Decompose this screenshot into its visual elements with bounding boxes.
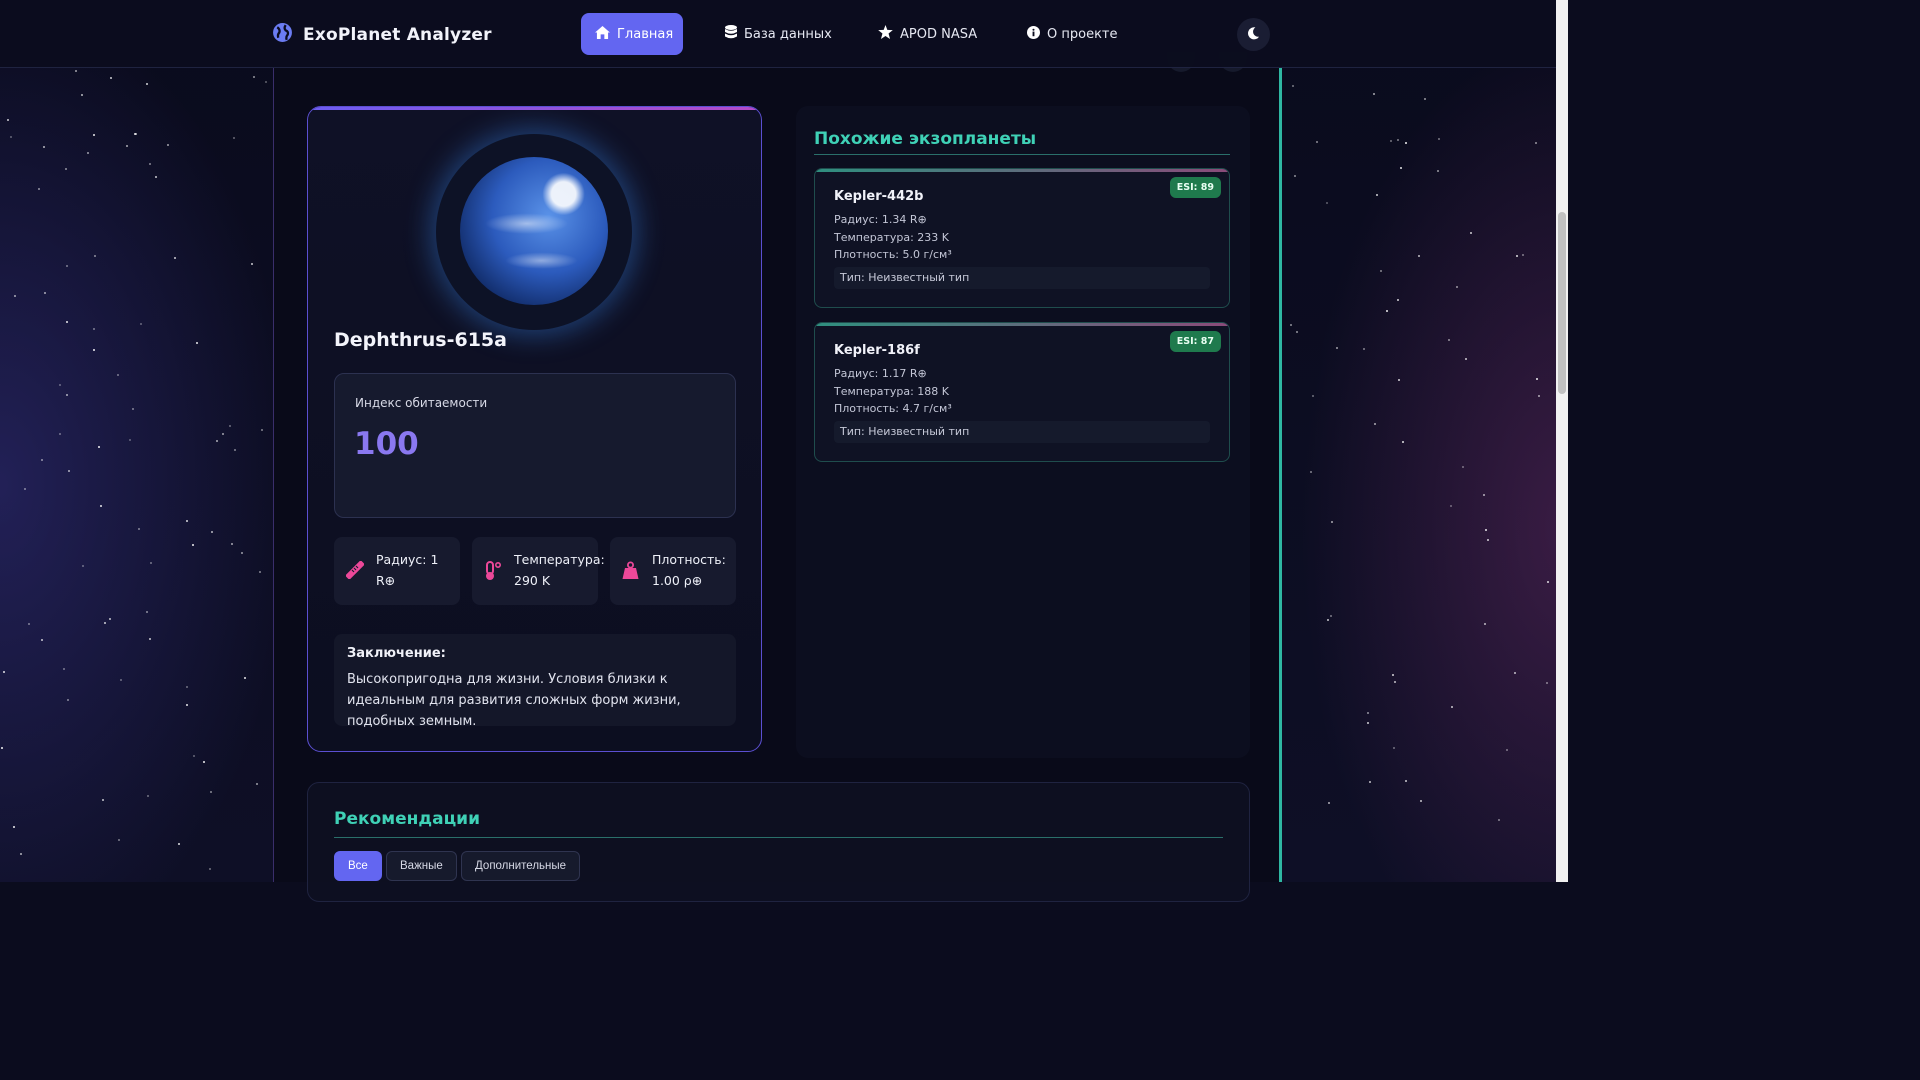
planet-card: Dephthrus-615a Индекс обитаемости 100 Ра… xyxy=(307,106,762,752)
divider xyxy=(814,154,1230,155)
exoplanet-type: Тип: Неизвестный тип xyxy=(834,267,1210,289)
scrollbar-thumb[interactable] xyxy=(1558,212,1566,394)
stat-radius: Радиус: 1 R⊕ xyxy=(334,537,460,605)
similar-title: Похожие экзопланеты xyxy=(814,129,1037,149)
exoplanet-card[interactable]: Kepler-186f ESI: 87 Радиус: 1.17 R⊕ Темп… xyxy=(814,322,1230,462)
page-scrollbar[interactable] xyxy=(1556,0,1568,882)
exoplanet-temperature: Температура: 233 K xyxy=(834,230,950,244)
star-icon xyxy=(878,25,893,43)
brand[interactable]: ExoPlanet Analyzer xyxy=(272,22,492,47)
stat-temperature-value: 290 K xyxy=(514,573,551,588)
nav-about-label: О проекте xyxy=(1047,26,1118,42)
top-navbar: ExoPlanet Analyzer Главная База данных A… xyxy=(0,0,1556,68)
stat-temperature-text: Температура: 290 K xyxy=(514,549,605,591)
brand-title: ExoPlanet Analyzer xyxy=(303,24,492,45)
filter-all-button[interactable]: Все xyxy=(334,851,382,881)
globe-icon xyxy=(272,22,293,47)
moon-icon xyxy=(1247,25,1260,44)
stat-temperature: Температура: 290 K xyxy=(472,537,605,605)
recommendations-panel: Рекомендации Все Важные Дополнительные xyxy=(307,782,1250,902)
habitability-box: Индекс обитаемости 100 xyxy=(334,373,736,518)
divider xyxy=(334,837,1223,838)
ruler-icon xyxy=(345,560,365,583)
exoplanet-radius: Радиус: 1.17 R⊕ xyxy=(834,367,927,380)
nav-home-label: Главная xyxy=(617,26,674,42)
similar-exoplanets-panel: Похожие экзопланеты Kepler-442b ESI: 89 … xyxy=(796,106,1250,758)
exoplanet-name: Kepler-442b xyxy=(834,189,924,204)
exoplanet-meta: Радиус: 1.17 R⊕ Температура: 188 K Плотн… xyxy=(834,365,952,418)
filter-additional-button[interactable]: Дополнительные xyxy=(461,851,581,881)
theme-toggle-button[interactable] xyxy=(1237,18,1270,51)
stat-density: Плотность: 1.00 ρ⊕ xyxy=(610,537,736,605)
conclusion-text: Высокопригодна для жизни. Условия близки… xyxy=(347,672,681,729)
filter-important-button[interactable]: Важные xyxy=(386,851,457,881)
planet-name: Dephthrus-615a xyxy=(334,329,507,351)
exoplanet-radius: Радиус: 1.34 R⊕ xyxy=(834,213,927,226)
exoplanet-card[interactable]: Kepler-442b ESI: 89 Радиус: 1.34 R⊕ Темп… xyxy=(814,168,1230,308)
exoplanet-density: Плотность: 4.7 г/см³ xyxy=(834,402,952,415)
planet-image xyxy=(460,157,608,305)
nav-database-label: База данных xyxy=(744,26,832,42)
conclusion-title: Заключение: xyxy=(347,646,446,661)
exoplanet-type: Тип: Неизвестный тип xyxy=(834,421,1210,443)
nav-database[interactable]: База данных xyxy=(711,13,846,55)
exoplanet-meta: Радиус: 1.34 R⊕ Температура: 233 K Плотн… xyxy=(834,211,952,264)
exoplanet-name: Kepler-186f xyxy=(834,343,920,358)
stat-density-text: Плотность: 1.00 ρ⊕ xyxy=(652,549,726,591)
exoplanet-density: Плотность: 5.0 г/см³ xyxy=(834,248,952,261)
thermometer-icon xyxy=(484,561,502,585)
stat-temperature-label: Температура: xyxy=(514,552,605,567)
home-icon xyxy=(595,25,610,43)
conclusion-box: Заключение: Высокопригодна для жизни. Ус… xyxy=(334,634,736,729)
stat-density-value: 1.00 ρ⊕ xyxy=(652,573,703,588)
nav-apod[interactable]: APOD NASA xyxy=(864,13,991,55)
nav-apod-label: APOD NASA xyxy=(900,26,978,42)
habitability-label: Индекс обитаемости xyxy=(355,396,488,410)
info-icon xyxy=(1027,25,1040,43)
database-icon xyxy=(725,25,737,43)
esi-badge: ESI: 87 xyxy=(1169,331,1221,352)
stat-radius-label: Радиус: xyxy=(376,552,427,567)
weight-icon xyxy=(622,561,639,583)
exoplanet-temperature: Температура: 188 K xyxy=(834,384,950,398)
stat-density-label: Плотность: xyxy=(652,552,726,567)
stat-radius-text: Радиус: 1 R⊕ xyxy=(376,549,460,591)
habitability-value: 100 xyxy=(354,426,419,462)
esi-badge: ESI: 89 xyxy=(1169,177,1221,198)
nav-about[interactable]: О проекте xyxy=(1013,13,1132,55)
nav-home[interactable]: Главная xyxy=(581,13,683,55)
recommendations-title: Рекомендации xyxy=(334,809,481,829)
